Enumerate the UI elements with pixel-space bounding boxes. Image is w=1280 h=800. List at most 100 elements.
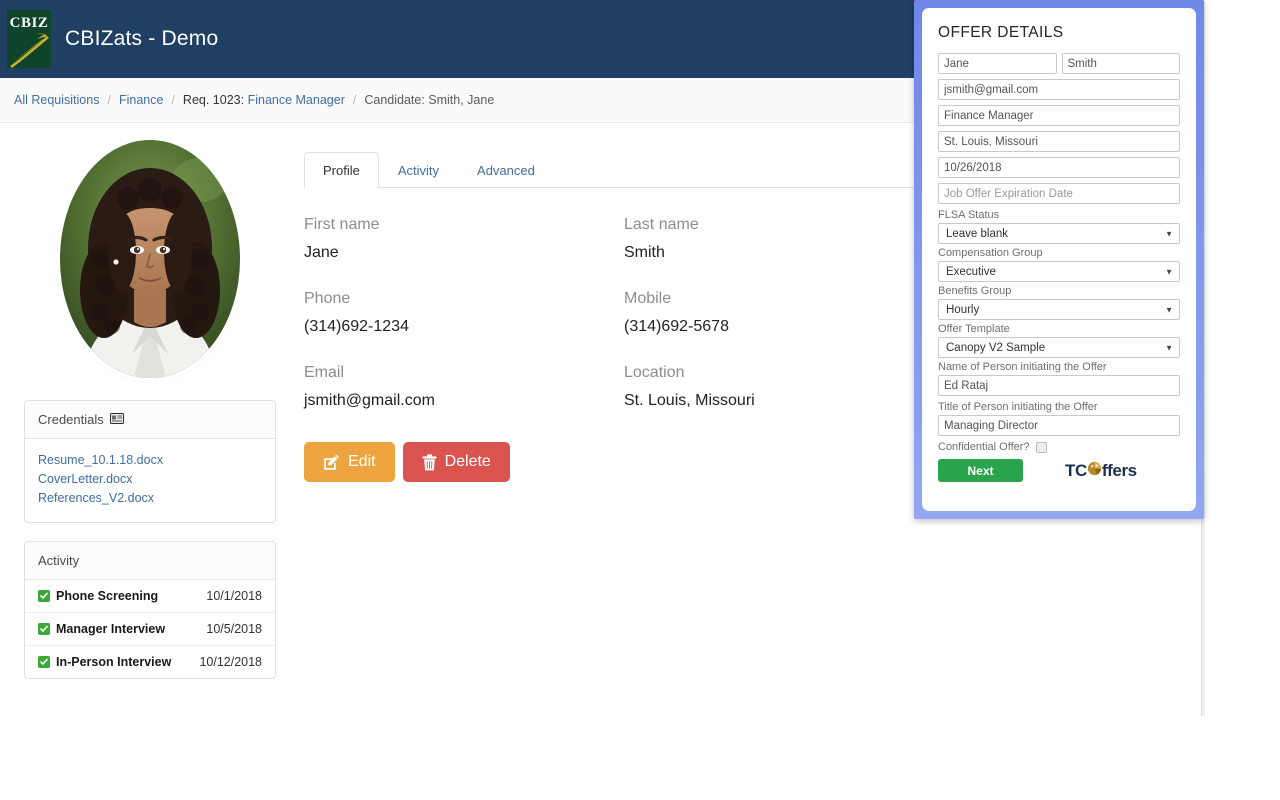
credential-file-link[interactable]: Resume_10.1.18.docx (38, 451, 262, 470)
breadcrumb-separator: / (107, 93, 111, 107)
activity-row-name-group: In-Person Interview (38, 655, 171, 669)
tcoffers-logo-prefix: TC (1065, 460, 1087, 480)
tab-activity[interactable]: Activity (379, 152, 458, 188)
activity-card-header: Activity (25, 542, 275, 580)
last-name-value: Smith (624, 244, 665, 261)
offer-compensation-select[interactable]: Executive ▼ (938, 261, 1180, 282)
tcoffers-logo-suffix: ffers (1101, 460, 1137, 480)
offer-location-input[interactable] (938, 131, 1180, 152)
cbiz-swoosh-icon (9, 33, 49, 68)
tab-advanced[interactable]: Advanced (458, 152, 554, 188)
delete-button-label: Delete (444, 453, 491, 470)
left-column: Credentials Resume_10.1.18.docx CoverLet… (24, 140, 276, 697)
offer-compensation-value: Executive (946, 265, 996, 278)
delete-button[interactable]: Delete (402, 442, 510, 482)
chevron-down-icon: ▼ (1165, 343, 1173, 352)
offer-details-form: OFFER DETAILS FLSA Status Leave blank ▼ … (922, 8, 1196, 511)
profile-panel: Profile Activity Advanced First name Las… (304, 140, 944, 482)
tcoffers-ball-icon (1087, 461, 1102, 481)
offer-template-value: Canopy V2 Sample (946, 341, 1046, 354)
offer-email-input[interactable] (938, 79, 1180, 100)
candidate-photo-image (60, 140, 240, 378)
offer-initiator-title-label: Title of Person initiating the Offer (938, 401, 1098, 413)
activity-card: Activity Phone Screening 10/1/2018 Manag… (24, 541, 276, 679)
profile-tabs: Profile Activity Advanced (304, 140, 944, 188)
offer-flsa-select[interactable]: Leave blank ▼ (938, 223, 1180, 244)
activity-date: 10/5/2018 (206, 622, 262, 636)
breadcrumb-all-requisitions[interactable]: All Requisitions (14, 93, 99, 107)
offer-confidential-row: Confidential Offer? (938, 441, 1180, 453)
last-name-label: Last name (624, 216, 699, 233)
offer-job-title-input[interactable] (938, 105, 1180, 126)
credentials-card-header: Credentials (25, 401, 275, 439)
screen-root: CBIZ CBIZats - Demo All Requisitions / F… (0, 0, 1280, 800)
location-label: Location (624, 364, 685, 381)
credential-file-link[interactable]: References_V2.docx (38, 489, 262, 508)
next-button[interactable]: Next (938, 459, 1023, 482)
offer-flsa-label: FLSA Status (938, 209, 1000, 221)
tcoffers-logo: TC ffers (1065, 461, 1137, 481)
activity-row[interactable]: In-Person Interview 10/12/2018 (25, 646, 275, 678)
offer-confidential-checkbox[interactable] (1035, 441, 1047, 453)
pencil-square-icon (323, 454, 340, 471)
location-value: St. Louis, Missouri (624, 392, 755, 409)
mobile-label: Mobile (624, 290, 672, 307)
activity-name: Manager Interview (56, 622, 166, 636)
offer-template-select[interactable]: Canopy V2 Sample ▼ (938, 337, 1180, 358)
offer-start-date-input[interactable] (938, 157, 1180, 178)
offer-name-row (938, 53, 1180, 79)
check-icon (38, 590, 50, 602)
first-name-label: First name (304, 216, 380, 233)
app-title: CBIZats - Demo (65, 27, 219, 50)
offer-template-label: Offer Template (938, 323, 1010, 335)
offer-first-name-input[interactable] (938, 53, 1057, 74)
offer-expiration-date-input[interactable] (938, 183, 1180, 204)
check-icon (38, 623, 50, 635)
breadcrumb-requisition: Req. 1023: Finance Manager (183, 93, 345, 107)
phone-value: (314)692-1234 (304, 318, 409, 335)
trash-icon (422, 453, 437, 471)
activity-date: 10/12/2018 (199, 655, 262, 669)
offer-details-popup: OFFER DETAILS FLSA Status Leave blank ▼ … (914, 0, 1204, 519)
check-icon (38, 656, 50, 668)
breadcrumb-requisition-link[interactable]: Finance Manager (248, 93, 345, 107)
breadcrumb-separator: / (171, 93, 175, 107)
offer-flsa-value: Leave blank (946, 227, 1009, 240)
offer-initiator-name-input[interactable] (938, 375, 1180, 396)
offer-initiator-name-label: Name of Person initiating the Offer (938, 361, 1107, 373)
offer-benefits-label: Benefits Group (938, 285, 1012, 297)
activity-row-name-group: Manager Interview (38, 622, 165, 636)
chevron-down-icon: ▼ (1165, 305, 1173, 314)
activity-name: In-Person Interview (56, 655, 172, 669)
activity-title: Activity (38, 553, 80, 568)
offer-details-title: OFFER DETAILS (938, 24, 1064, 41)
profile-action-buttons: Edit Delete (304, 442, 944, 482)
breadcrumb-finance[interactable]: Finance (119, 93, 163, 107)
chevron-down-icon: ▼ (1165, 267, 1173, 276)
id-card-icon (109, 413, 124, 426)
cbiz-logo[interactable]: CBIZ (7, 10, 51, 68)
credential-file-link[interactable]: CoverLetter.docx (38, 470, 262, 489)
breadcrumb-requisition-id: Req. 1023: (182, 93, 245, 107)
candidate-photo (60, 140, 240, 378)
edit-button[interactable]: Edit (304, 442, 395, 482)
credentials-card: Credentials Resume_10.1.18.docx CoverLet… (24, 400, 276, 523)
offer-benefits-value: Hourly (946, 303, 980, 316)
credentials-file-list: Resume_10.1.18.docx CoverLetter.docx Ref… (25, 439, 275, 522)
email-value: jsmith@gmail.com (304, 392, 435, 409)
activity-row[interactable]: Phone Screening 10/1/2018 (25, 580, 275, 613)
email-label: Email (304, 364, 345, 381)
phone-label: Phone (304, 290, 351, 307)
offer-last-name-input[interactable] (1061, 53, 1180, 74)
activity-date: 10/1/2018 (206, 589, 262, 603)
tab-profile[interactable]: Profile (304, 152, 379, 188)
breadcrumb-candidate: Candidate: Smith, Jane (364, 93, 495, 107)
breadcrumb-separator: / (352, 93, 357, 107)
offer-initiator-title-input[interactable] (938, 415, 1180, 436)
chevron-down-icon: ▼ (1165, 229, 1173, 238)
first-name-value: Jane (304, 244, 339, 261)
offer-compensation-label: Compensation Group (938, 247, 1043, 259)
offer-benefits-select[interactable]: Hourly ▼ (938, 299, 1180, 320)
activity-row[interactable]: Manager Interview 10/5/2018 (25, 613, 275, 646)
profile-fields: First name Last name Jane Smith Phone Mo… (304, 188, 944, 438)
